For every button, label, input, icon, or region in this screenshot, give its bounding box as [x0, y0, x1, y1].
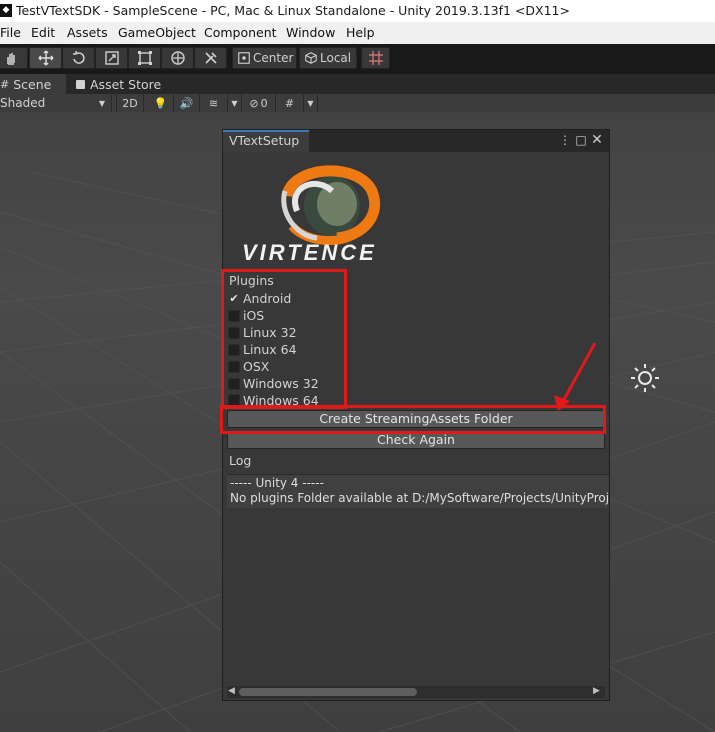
- scroll-left-icon[interactable]: ◀: [228, 686, 235, 696]
- plugins-highlight-box: [221, 269, 347, 409]
- scale-tool-button[interactable]: [95, 47, 128, 69]
- local-space-icon: [305, 52, 317, 64]
- grid-toggle[interactable]: #: [276, 94, 304, 112]
- transform-tool-button[interactable]: [161, 47, 194, 69]
- menu-assets[interactable]: Assets: [67, 25, 108, 40]
- title-bar: ◆ TestVTextSDK - SampleScene - PC, Mac &…: [0, 0, 715, 22]
- 2d-mode-toggle[interactable]: 2D: [116, 94, 144, 112]
- grid-icon: #: [284, 96, 295, 110]
- lightbulb-icon: 💡: [153, 96, 168, 110]
- pivot-mode-label: Center: [253, 51, 294, 65]
- effects-dropdown[interactable]: ▼: [228, 94, 242, 112]
- main-toolbar: Center Local: [0, 44, 715, 74]
- transform-icon: [170, 51, 185, 65]
- audio-toggle[interactable]: 🔊: [174, 94, 200, 112]
- log-line: No plugins Folder available at D:/MySoft…: [230, 491, 609, 505]
- more-options-icon[interactable]: ⋮: [559, 134, 571, 146]
- menu-bar: File Edit Assets GameObject Component Wi…: [0, 22, 715, 44]
- dropdown-arrow-icon: ▼: [307, 98, 314, 108]
- vtextsetup-window: VTextSetup ⋮ □ ✕ VIRTENCE Plugins ✔ Andr…: [220, 129, 610, 701]
- center-pivot-icon: [238, 52, 250, 64]
- dropdown-arrow-icon: ▼: [231, 98, 238, 108]
- tab-asset-store-label: Asset Store: [90, 76, 162, 92]
- menu-gameobject[interactable]: GameObject: [118, 25, 196, 40]
- logo-wordmark: VIRTENCE: [242, 240, 377, 264]
- move-tool-button[interactable]: [29, 47, 62, 69]
- store-icon: [76, 79, 85, 89]
- menu-component[interactable]: Component: [204, 25, 277, 40]
- tab-asset-store[interactable]: Asset Store: [76, 74, 166, 94]
- lighting-toggle[interactable]: 💡: [148, 94, 174, 112]
- scene-toolbar: Shaded ▼ 2D 💡 🔊 ≋ ▼ ⊘ 0 # ▼: [0, 94, 715, 113]
- draw-mode-label: Shaded: [0, 96, 46, 110]
- move-icon: [38, 50, 53, 66]
- virtence-logo: VIRTENCE: [242, 165, 380, 264]
- maximize-icon[interactable]: □: [575, 134, 587, 146]
- window-title: TestVTextSDK - SampleScene - PC, Mac & L…: [16, 3, 570, 18]
- pivot-space-label: Local: [320, 51, 352, 65]
- pivot-mode-button[interactable]: Center: [232, 47, 297, 69]
- effects-toggle[interactable]: ≋: [200, 94, 228, 112]
- red-arrow-annotation: [554, 342, 597, 411]
- horizontal-scrollbar[interactable]: ◀ ▶: [227, 686, 605, 698]
- dropdown-arrow-icon: ▼: [98, 98, 105, 108]
- log-output: ----- Unity 4 ----- No plugins Folder av…: [227, 474, 609, 508]
- menu-file[interactable]: File: [0, 25, 21, 40]
- tab-scene-label: Scene: [13, 76, 52, 92]
- draw-mode-dropdown[interactable]: Shaded ▼: [0, 94, 112, 112]
- scale-icon: [104, 51, 119, 65]
- rect-icon: [137, 51, 152, 65]
- log-label: Log: [229, 453, 252, 468]
- menu-help[interactable]: Help: [346, 25, 375, 40]
- snap-settings-button[interactable]: [361, 47, 390, 69]
- hand-tool-button[interactable]: [0, 47, 28, 69]
- log-line: ----- Unity 4 -----: [230, 476, 324, 490]
- hidden-objects-toggle[interactable]: ⊘ 0: [242, 94, 276, 112]
- scrollbar-thumb[interactable]: [239, 688, 417, 696]
- rect-tool-button[interactable]: [128, 47, 161, 69]
- window-header: VTextSetup ⋮ □ ✕: [223, 130, 609, 152]
- grid-dropdown[interactable]: ▼: [304, 94, 318, 112]
- scene-tab-bar: # Scene Asset Store: [0, 74, 715, 94]
- custom-tool-button[interactable]: [194, 47, 227, 69]
- hidden-count: 0: [260, 96, 268, 110]
- eye-off-icon: ⊘: [249, 96, 259, 110]
- grid-snap-icon: [368, 51, 383, 65]
- tools-icon: [204, 52, 217, 64]
- hand-icon: [7, 53, 15, 65]
- close-icon[interactable]: ✕: [591, 133, 603, 147]
- menu-edit[interactable]: Edit: [31, 25, 55, 40]
- menu-window[interactable]: Window: [286, 25, 335, 40]
- unity-logo-icon: ◆: [0, 4, 12, 17]
- layers-icon: ≋: [208, 96, 219, 110]
- tab-scene[interactable]: # Scene: [0, 74, 66, 94]
- pivot-space-button[interactable]: Local: [299, 47, 357, 69]
- rotate-tool-button[interactable]: [62, 47, 95, 69]
- 2d-mode-label: 2D: [122, 96, 138, 110]
- speaker-icon: 🔊: [179, 96, 194, 110]
- tab-vtextsetup[interactable]: VTextSetup: [223, 130, 309, 152]
- scroll-right-icon[interactable]: ▶: [593, 686, 600, 696]
- scene-icon: #: [0, 77, 10, 91]
- rotate-icon: [72, 51, 85, 64]
